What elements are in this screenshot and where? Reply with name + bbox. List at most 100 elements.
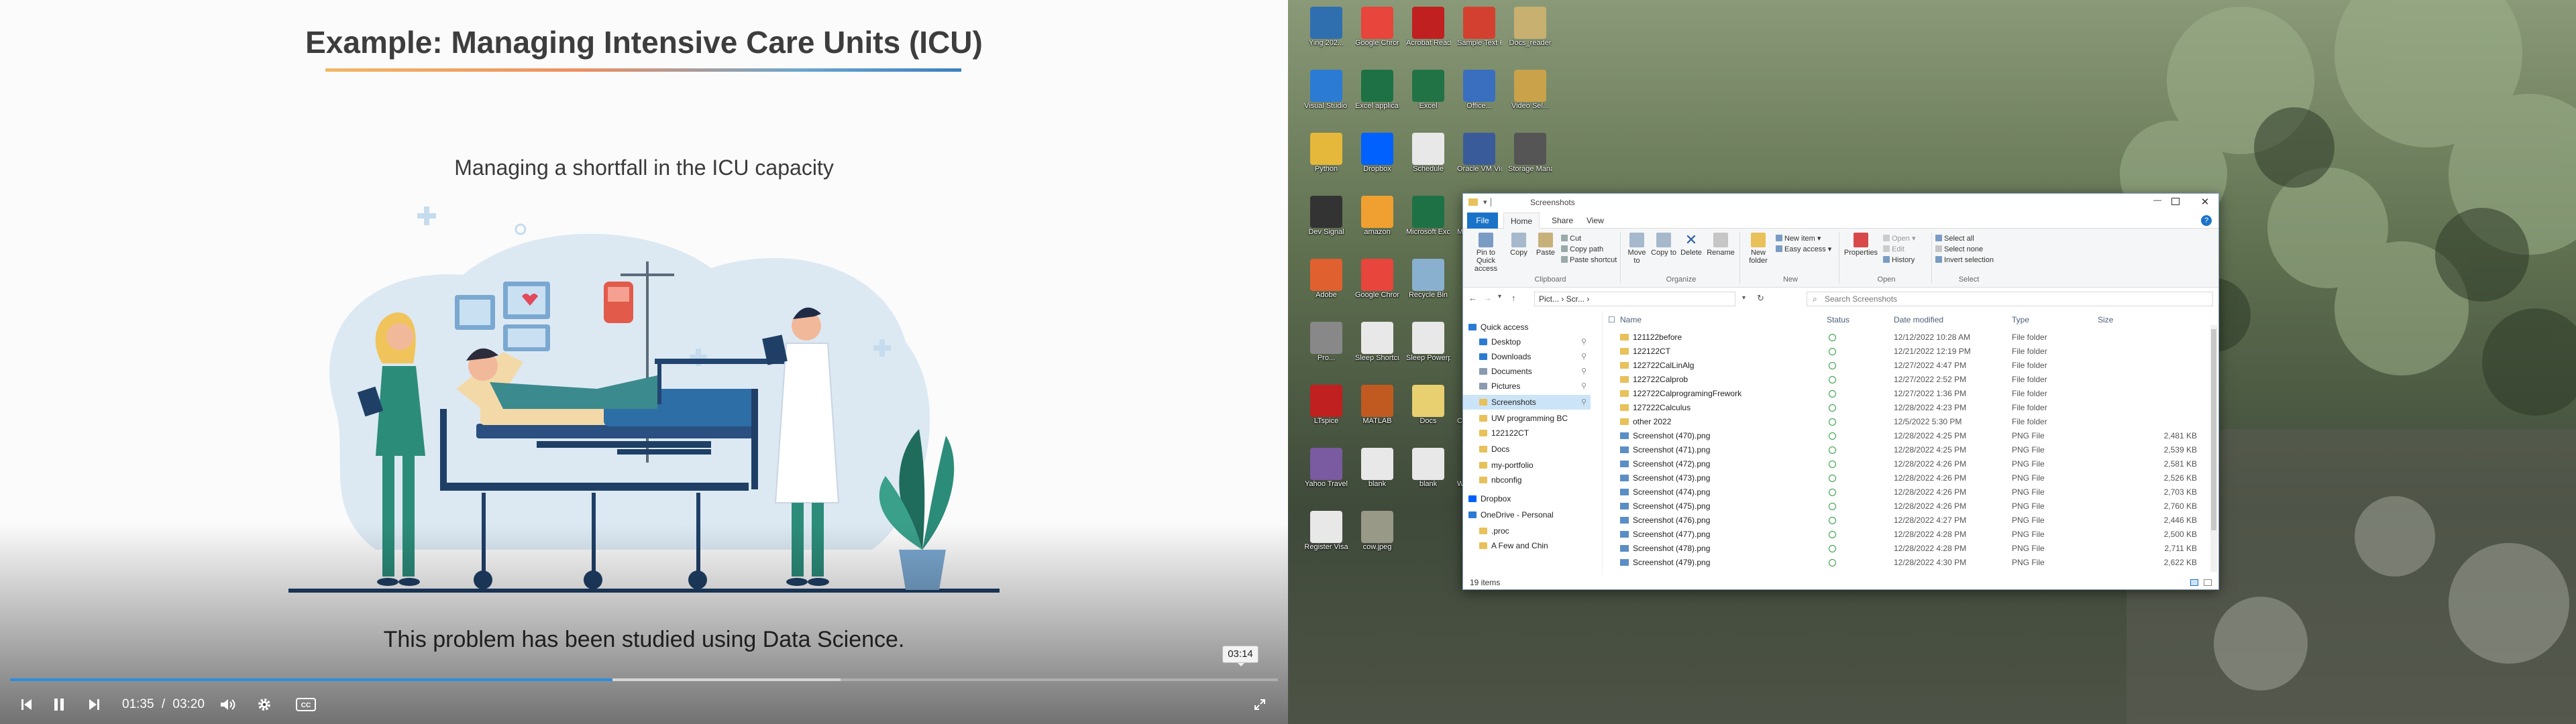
select-none-button[interactable]: Select none	[1935, 245, 1983, 254]
quick-access-toolbar[interactable]: ▾ │	[1483, 198, 1493, 206]
copy-to-button[interactable]: Copy to	[1651, 233, 1676, 257]
column-type[interactable]: Type	[2012, 315, 2029, 324]
table-row[interactable]: 122722CalLinAlg 12/27/2022 4:47 PM File fo…	[1604, 359, 2208, 373]
desktop-icon[interactable]: Acrobat Reader	[1406, 4, 1450, 66]
table-row[interactable]: Screenshot (478).png 12/28/2022 4:28 PM PN…	[1604, 542, 2208, 556]
select-all-checkbox[interactable]: ☐	[1608, 315, 1615, 324]
desktop-icon[interactable]: Microsoft Excel	[1406, 193, 1450, 255]
details-view-icon[interactable]	[2190, 579, 2198, 586]
desktop-icon[interactable]: Python	[1304, 130, 1348, 192]
desktop-icon[interactable]: Yahoo Travel	[1304, 445, 1348, 507]
desktop-icon[interactable]: Google Chrome	[1355, 4, 1399, 66]
move-to-button[interactable]: Move to	[1624, 233, 1650, 265]
minimize-icon[interactable]: —	[2147, 195, 2167, 204]
table-row[interactable]: Screenshot (477).png 12/28/2022 4:28 PM PN…	[1604, 528, 2208, 542]
desktop[interactable]: Ying 202... Google Chrome Acrobat Reader Sa…	[1288, 0, 2576, 724]
scrollbar-thumb[interactable]	[2211, 329, 2216, 530]
table-row[interactable]: 127222Calculus 12/28/2022 4:23 PM File fol…	[1604, 401, 2208, 415]
column-status[interactable]: Status	[1827, 315, 1849, 324]
tab-share[interactable]: Share	[1545, 213, 1580, 229]
nav-item-downloads[interactable]: Downloads ⚲	[1463, 349, 1591, 364]
desktop-icon[interactable]: Recycle Bin	[1406, 256, 1450, 318]
desktop-icon[interactable]: Excel	[1406, 67, 1450, 129]
desktop-icon[interactable]: Storage Manager	[1508, 130, 1552, 192]
edit-button[interactable]: Edit	[1883, 245, 1904, 254]
column-date-modified[interactable]: Date modified	[1894, 315, 1943, 324]
pin-quick-access-button[interactable]: Pin to Quick access	[1468, 233, 1503, 273]
desktop-icon[interactable]: Docs_reader	[1508, 4, 1552, 66]
desktop-icon[interactable]: blank	[1355, 445, 1399, 507]
table-row[interactable]: 122122CT 12/21/2022 12:19 PM File folder	[1604, 345, 2208, 359]
desktop-icon[interactable]: Pro...	[1304, 319, 1348, 381]
desktop-icon[interactable]: Google Chrome	[1355, 256, 1399, 318]
title-bar[interactable]: ▾ │ Screenshots — ✕	[1463, 194, 2218, 211]
desktop-icon[interactable]: amazon	[1355, 193, 1399, 255]
select-all-button[interactable]: Select all	[1935, 234, 1974, 243]
desktop-icon[interactable]: Register Visa	[1304, 508, 1348, 570]
desktop-icon[interactable]: Schedule	[1406, 130, 1450, 192]
paste-shortcut-button[interactable]: Paste shortcut	[1561, 255, 1617, 265]
table-row[interactable]: 122722Calprob 12/27/2022 2:52 PM File fold…	[1604, 373, 2208, 387]
nav-item-folder[interactable]: my-portfolio	[1463, 458, 1591, 473]
desktop-icon[interactable]: cow.jpeg	[1355, 508, 1399, 570]
desktop-icon[interactable]: Adobe	[1304, 256, 1348, 318]
close-icon[interactable]: ✕	[2198, 196, 2212, 208]
desktop-icon[interactable]: Sleep Shortcut	[1355, 319, 1399, 381]
paste-button[interactable]: Paste	[1533, 233, 1558, 257]
table-row[interactable]: other 2022 12/5/2022 5:30 PM File folder	[1604, 415, 2208, 429]
nav-item-folder[interactable]: nbconfig	[1463, 473, 1591, 487]
column-name[interactable]: Name	[1620, 315, 1642, 324]
nav-item-screenshots[interactable]: Screenshots ⚲	[1463, 395, 1591, 410]
nav-item-folder[interactable]: UW programming BC	[1463, 411, 1591, 426]
seek-bar[interactable]	[10, 678, 1278, 681]
skip-back-icon[interactable]	[17, 690, 36, 719]
video-player[interactable]: Example: Managing Intensive Care Units (…	[0, 0, 1288, 724]
cut-button[interactable]: Cut	[1561, 234, 1581, 243]
tab-file[interactable]: File	[1467, 213, 1498, 229]
nav-item-pictures[interactable]: Pictures ⚲	[1463, 379, 1591, 394]
table-row[interactable]: Screenshot (476).png 12/28/2022 4:27 PM PN…	[1604, 514, 2208, 528]
desktop-icon[interactable]: Visual Studio Code	[1304, 67, 1348, 129]
back-icon[interactable]: ←	[1468, 293, 1477, 303]
desktop-icon[interactable]: blank	[1406, 445, 1450, 507]
table-row[interactable]: Screenshot (472).png 12/28/2022 4:26 PM PN…	[1604, 457, 2208, 471]
open-button[interactable]: Open ▾	[1883, 234, 1916, 243]
desktop-icon[interactable]: Sleep Powerpoint	[1406, 319, 1450, 381]
up-icon[interactable]: ↑	[1511, 293, 1516, 303]
nav-item-folder[interactable]: 122122CT	[1463, 426, 1591, 440]
large-icons-view-icon[interactable]	[2204, 579, 2212, 586]
fullscreen-icon[interactable]	[1249, 690, 1271, 719]
volume-icon[interactable]	[217, 690, 239, 719]
nav-item-onedrive[interactable]: OneDrive - Personal	[1463, 507, 1591, 522]
recent-locations-icon[interactable]: ▾	[1498, 293, 1501, 300]
desktop-icon[interactable]: LTspice	[1304, 382, 1348, 444]
history-button[interactable]: History	[1883, 255, 1915, 265]
new-folder-button[interactable]: New folder	[1743, 233, 1773, 265]
desktop-icon[interactable]: Office...	[1457, 67, 1501, 129]
closed-captions-icon[interactable]: CC	[294, 690, 318, 719]
skip-forward-icon[interactable]	[85, 690, 103, 719]
pause-icon[interactable]	[50, 690, 68, 719]
rename-button[interactable]: Rename	[1706, 233, 1735, 257]
desktop-icon[interactable]: Sample Text Reader	[1457, 4, 1501, 66]
column-size[interactable]: Size	[2098, 315, 2113, 324]
nav-item-folder[interactable]: .proc	[1463, 524, 1591, 538]
desktop-icon[interactable]: Dropbox	[1355, 130, 1399, 192]
address-dropdown-icon[interactable]: ▾	[1742, 294, 1746, 302]
refresh-icon[interactable]: ↻	[1757, 293, 1764, 304]
vertical-scrollbar[interactable]	[2210, 325, 2217, 572]
nav-item-desktop[interactable]: Desktop ⚲	[1463, 335, 1591, 349]
settings-icon[interactable]	[254, 690, 275, 719]
easy-access-button[interactable]: Easy access ▾	[1776, 245, 1831, 254]
table-row[interactable]: Screenshot (470).png 12/28/2022 4:25 PM PN…	[1604, 429, 2208, 443]
copy-path-button[interactable]: Copy path	[1561, 245, 1603, 254]
properties-button[interactable]: Properties	[1843, 233, 1879, 257]
file-explorer-window[interactable]: ▾ │ Screenshots — ✕ File Home Share View…	[1462, 193, 2219, 590]
nav-item-folder[interactable]: Docs	[1463, 442, 1591, 457]
table-row[interactable]: Screenshot (473).png 12/28/2022 4:26 PM PN…	[1604, 471, 2208, 485]
maximize-icon[interactable]	[2171, 198, 2180, 205]
table-row[interactable]: Screenshot (474).png 12/28/2022 4:26 PM PN…	[1604, 485, 2208, 499]
desktop-icon[interactable]: Dev Signal	[1304, 193, 1348, 255]
table-row[interactable]: Screenshot (475).png 12/28/2022 4:26 PM PN…	[1604, 499, 2208, 514]
desktop-icon[interactable]: Oracle VM VirtualBox	[1457, 130, 1501, 192]
